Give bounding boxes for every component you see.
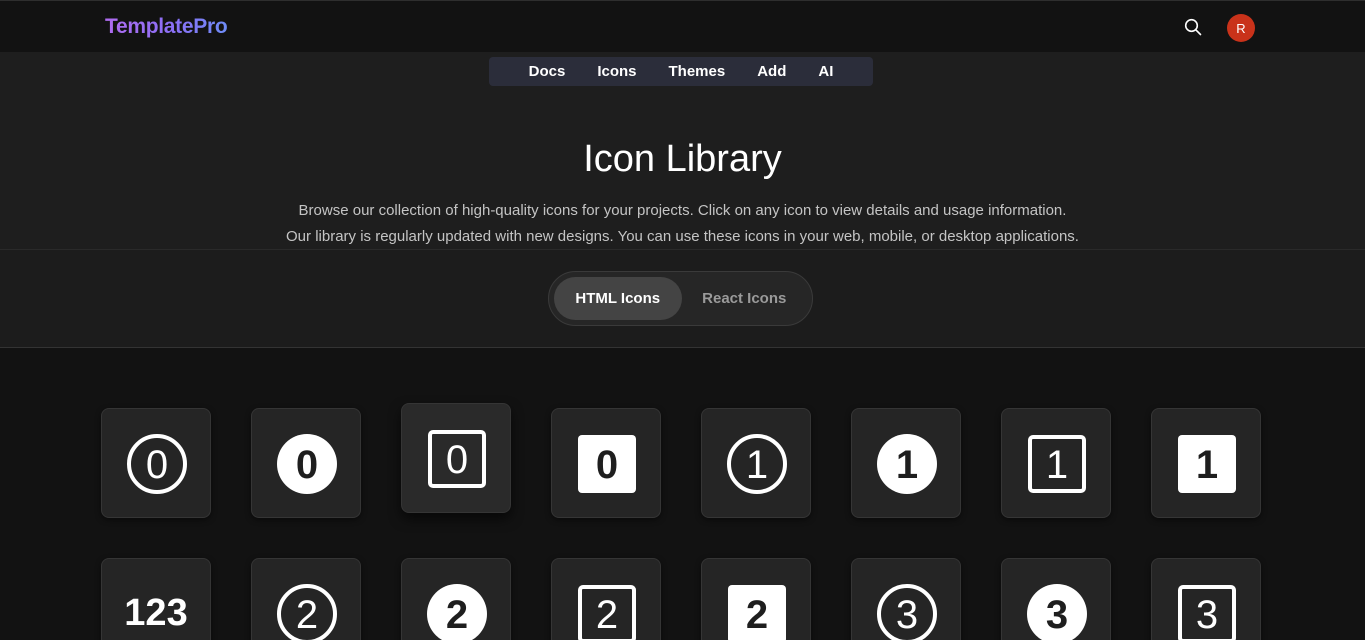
1-circle-fill-icon: 1: [877, 434, 937, 494]
icon-grid: 0 0 0 0 1 1 1 1 123 2 2 2 2 3 3 3: [0, 348, 1365, 640]
icon-card[interactable]: 2: [401, 558, 511, 640]
3-circle-fill-icon: 3: [1027, 584, 1087, 640]
icon-digit: 2: [746, 593, 768, 637]
0-square-fill-icon: 0: [578, 435, 636, 493]
1-square-fill-icon: 1: [1178, 435, 1236, 493]
icon-digit: 2: [296, 593, 318, 637]
icon-card[interactable]: 0: [551, 408, 661, 518]
icon-digit: 3: [1046, 593, 1068, 637]
icon-card[interactable]: 3: [1001, 558, 1111, 640]
icon-digit: 0: [296, 443, 318, 487]
icon-digit: 3: [896, 593, 918, 637]
icon-digit: 0: [596, 443, 618, 487]
main-nav: Docs Icons Themes Add AI: [489, 57, 873, 86]
icon-card[interactable]: 1: [1001, 408, 1111, 518]
nav-themes[interactable]: Themes: [653, 63, 742, 80]
icon-card[interactable]: 123: [101, 558, 211, 640]
1-circle-icon: 1: [727, 434, 787, 494]
icon-digit: 0: [146, 443, 168, 487]
1-square-icon: 1: [1028, 435, 1086, 493]
icon-card[interactable]: 2: [701, 558, 811, 640]
icon-digit: 1: [896, 443, 918, 487]
top-navbar: TemplatePro R: [0, 0, 1365, 52]
icon-card[interactable]: 1: [701, 408, 811, 518]
nav-icons[interactable]: Icons: [581, 63, 652, 80]
tab-react-icons[interactable]: React Icons: [682, 277, 808, 320]
2-square-icon: 2: [578, 585, 636, 640]
0-square-icon: 0: [428, 430, 486, 488]
icon-card[interactable]: 3: [851, 558, 961, 640]
icon-card[interactable]: 1: [851, 408, 961, 518]
icon-digit: 0: [446, 438, 468, 482]
icon-digit: 1: [1196, 443, 1218, 487]
nav-docs[interactable]: Docs: [513, 63, 582, 80]
2-square-fill-icon: 2: [728, 585, 786, 640]
icon-digit: 1: [1046, 443, 1068, 487]
tab-html-icons[interactable]: HTML Icons: [554, 277, 682, 320]
logo[interactable]: TemplatePro: [105, 15, 228, 39]
0-circle-icon: 0: [127, 434, 187, 494]
search-icon: [1184, 18, 1202, 36]
2-circle-fill-icon: 2: [427, 584, 487, 640]
icon-card[interactable]: 2: [251, 558, 361, 640]
3-square-icon: 3: [1178, 585, 1236, 640]
icon-card[interactable]: 0: [251, 408, 361, 518]
0-circle-fill-icon: 0: [277, 434, 337, 494]
3-circle-icon: 3: [877, 584, 937, 640]
page-title: Icon Library: [583, 138, 782, 180]
user-avatar[interactable]: R: [1227, 14, 1255, 42]
icon-digit: 3: [1196, 593, 1218, 637]
icon-card[interactable]: 1: [1151, 408, 1261, 518]
2-circle-icon: 2: [277, 584, 337, 640]
icon-type-tabs: HTML Icons React Icons: [548, 271, 813, 326]
search-button[interactable]: [1183, 17, 1203, 37]
icon-card[interactable]: 0: [401, 403, 511, 513]
icon-digit: 2: [446, 593, 468, 637]
123-icon: 123: [124, 591, 188, 634]
icon-digit: 2: [596, 593, 618, 637]
tabs-section: HTML Icons React Icons: [0, 250, 1365, 348]
icon-card[interactable]: 3: [1151, 558, 1261, 640]
icon-card[interactable]: 0: [101, 408, 211, 518]
page-description: Browse our collection of high-quality ic…: [286, 202, 1079, 245]
nav-add[interactable]: Add: [741, 63, 802, 80]
nav-ai[interactable]: AI: [802, 63, 849, 80]
icon-digit: 1: [746, 443, 768, 487]
icon-card[interactable]: 2: [551, 558, 661, 640]
